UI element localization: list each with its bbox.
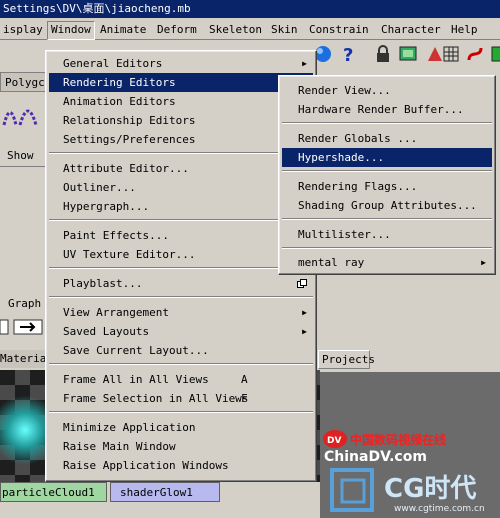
menu-item-outliner[interactable]: Outliner... [49, 178, 313, 197]
shortcut-label: F [241, 392, 248, 405]
menu-item-frame-all[interactable]: Frame All in All Views A [49, 370, 313, 389]
svg-text:DV: DV [327, 436, 341, 446]
window-title: Settings\DV\桌面\jiaocheng.mb [3, 2, 191, 15]
shelf-tab-polygons[interactable]: Polygc [0, 72, 46, 92]
menu-item-paint-effects[interactable]: Paint Effects... [49, 226, 313, 245]
menu-character[interactable]: Character [378, 21, 444, 38]
shortcut-label: A [241, 373, 248, 386]
projects-tab-label: Projects [322, 353, 375, 366]
menu-item-raise-application-windows[interactable]: Raise Application Windows [49, 456, 313, 475]
menu-display[interactable]: isplay [0, 21, 46, 38]
watermark-cg-logo: CG时代 www.cgtime.com.cn [330, 464, 500, 518]
menu-item-general-editors[interactable]: General Editors ▶ [49, 54, 313, 73]
menu-item-saved-layouts[interactable]: Saved Layouts ▶ [49, 322, 313, 341]
panel-show-menu[interactable]: Show [0, 145, 46, 167]
svg-text:?: ? [343, 45, 353, 64]
menu-item-relationship-editors[interactable]: Relationship Editors▶ [49, 111, 313, 130]
menu-separator [282, 170, 492, 172]
layout-icon [0, 319, 9, 335]
menu-skeleton[interactable]: Skeleton [206, 21, 265, 38]
rendering-editors-submenu: Render View... Hardware Render Buffer...… [278, 75, 496, 275]
submenu-arrow-icon: ▶ [302, 308, 307, 317]
menu-constrain[interactable]: Constrain [306, 21, 372, 38]
render-icon[interactable] [398, 43, 420, 65]
tab-projects[interactable]: Projects [318, 350, 375, 369]
materials-tab[interactable]: Materials [0, 350, 60, 368]
watermark-logo-text: CG时代 [384, 474, 477, 504]
swatch-shader-glow[interactable]: shaderGlow1 [110, 482, 220, 502]
curve-tools-shelf [0, 95, 46, 140]
menu-item-rendering-flags[interactable]: Rendering Flags... [282, 177, 492, 196]
menu-help[interactable]: Help [448, 21, 481, 38]
window-menu: General Editors▶ Rendering Editors▶ Anim… [45, 50, 317, 482]
attribute-editor-icon[interactable] [464, 43, 486, 65]
menu-item-raise-main-window[interactable]: Raise Main Window [49, 437, 313, 456]
curve-tool-icon[interactable] [0, 95, 46, 135]
menu-item-uv-texture-editor[interactable]: UV Texture Editor... [49, 245, 313, 264]
panel-graph-menu[interactable]: Graph [0, 295, 46, 313]
watermark-site-text: ChinaDV.com [324, 449, 427, 465]
menu-item-animation-editors[interactable]: Animation Editors▶ [49, 92, 313, 111]
submenu-arrow-icon: ▶ [302, 327, 307, 336]
menu-item-mental-ray[interactable]: mental ray ▶ [282, 253, 492, 272]
watermark-url-text: www.cgtime.com.cn [394, 504, 485, 514]
menu-animate[interactable]: Animate [97, 21, 149, 38]
help-question-icon[interactable]: ? [338, 43, 360, 65]
menu-separator [49, 152, 313, 154]
menu-item-multilister[interactable]: Multilister... [282, 225, 492, 244]
menu-item-hypershade[interactable]: Hypershade... [282, 148, 492, 167]
menu-deform[interactable]: Deform [154, 21, 200, 38]
menu-separator [49, 267, 313, 269]
menu-item-settings-preferences[interactable]: Settings/Preferences▶ [49, 130, 313, 149]
swatch-label: particleCloud1 [2, 486, 95, 499]
menu-item-render-globals[interactable]: Render Globals ... [282, 129, 492, 148]
submenu-arrow-icon: ▶ [302, 59, 307, 68]
menu-item-view-arrangement[interactable]: View Arrangement ▶ [49, 303, 313, 322]
bottom-strip [0, 503, 320, 518]
menu-item-shading-group-attributes[interactable]: Shading Group Attributes... [282, 196, 492, 215]
grid-icon[interactable] [440, 43, 462, 65]
graph-menu-label: Graph [8, 297, 42, 310]
menu-skin[interactable]: Skin [268, 21, 301, 38]
lock-icon[interactable] [372, 43, 394, 65]
menu-separator [49, 296, 313, 298]
swatch-label: shaderGlow1 [120, 486, 193, 499]
submenu-arrow-icon: ▶ [481, 258, 486, 267]
menu-separator [49, 219, 313, 221]
option-box-icon[interactable] [297, 274, 307, 293]
menu-window[interactable]: Window [47, 21, 95, 40]
menu-separator [282, 247, 492, 249]
shelf-tab-label: Polygc [5, 76, 45, 89]
hypershade-icon-row [0, 318, 46, 338]
menu-item-attribute-editor[interactable]: Attribute Editor... [49, 159, 313, 178]
menu-item-save-current-layout[interactable]: Save Current Layout... [49, 341, 313, 360]
menu-separator [49, 363, 313, 365]
watermark-cn-text: 中国数码视频在线 [350, 433, 447, 447]
menu-separator [49, 411, 313, 413]
menu-item-render-view[interactable]: Render View... [282, 81, 492, 100]
main-menu-bar: isplay Window Animate Deform Skeleton Sk… [0, 18, 500, 40]
watermark-chinadv-banner: DV 中国数码视频在线 [322, 428, 450, 450]
outliner-icon[interactable] [486, 43, 500, 65]
menu-item-minimize-application[interactable]: Minimize Application [49, 418, 313, 437]
swatch-particle-cloud[interactable]: particleCloud1 [0, 482, 107, 502]
menu-item-frame-selection[interactable]: Frame Selection in All Views F [49, 389, 313, 408]
menu-item-hypergraph[interactable]: Hypergraph... [49, 197, 313, 216]
menu-item-playblast[interactable]: Playblast... [49, 274, 313, 293]
menu-item-rendering-editors[interactable]: Rendering Editors▶ [49, 73, 313, 92]
menu-separator [282, 122, 492, 124]
window-title-bar: Settings\DV\桌面\jiaocheng.mb [0, 0, 500, 18]
menu-item-hardware-render-buffer[interactable]: Hardware Render Buffer... [282, 100, 492, 119]
cg-logo-icon [330, 468, 374, 512]
show-menu-label: Show [7, 149, 34, 162]
menu-separator [282, 218, 492, 220]
